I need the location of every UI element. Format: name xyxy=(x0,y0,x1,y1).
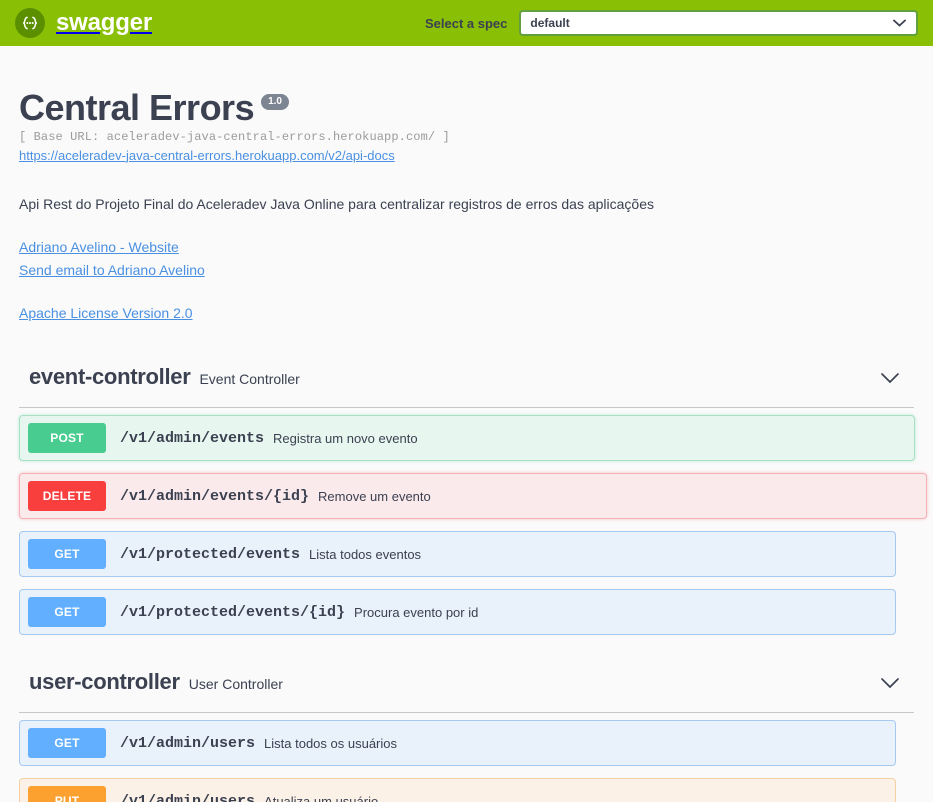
operation-summary: Lista todos eventos xyxy=(309,546,422,562)
spec-select-value: default xyxy=(530,16,570,30)
page-body: Central Errors 1.0 [ Base URL: acelerade… xyxy=(0,46,933,802)
operation-summary: Lista todos os usuários xyxy=(264,735,397,751)
base-url-text: [ Base URL: aceleradev-java-central-erro… xyxy=(19,129,450,144)
operation-row[interactable]: PUT /v1/admin/users Atualiza um usuário xyxy=(19,778,896,802)
operation-path: /v1/protected/events/{id} xyxy=(120,603,346,621)
operation-summary: Registra um novo evento xyxy=(273,430,418,446)
tag-header-user-controller[interactable]: user-controller User Controller xyxy=(19,669,914,714)
operation-row[interactable]: POST /v1/admin/events Registra um novo e… xyxy=(19,415,915,462)
swagger-braces-icon xyxy=(15,8,45,38)
operation-summary: Atualiza um usuário xyxy=(264,793,379,802)
contact-email-link[interactable]: Send email to Adriano Avelino xyxy=(19,259,205,282)
top-bar: swagger Select a spec default xyxy=(0,0,933,46)
chevron-down-icon[interactable] xyxy=(878,671,902,695)
tag-description: User Controller xyxy=(188,676,283,693)
tag-name: event-controller xyxy=(29,364,191,390)
api-info-block: Central Errors 1.0 [ Base URL: acelerade… xyxy=(19,46,914,323)
tag-description: Event Controller xyxy=(199,371,300,388)
operation-list-user-controller: GET /v1/admin/users Lista todos os usuár… xyxy=(19,720,914,802)
operation-summary: Remove um evento xyxy=(318,488,431,504)
tag-section-user-controller: user-controller User Controller GET /v1/… xyxy=(19,669,914,802)
license-link[interactable]: Apache License Version 2.0 xyxy=(19,305,193,321)
operation-row[interactable]: DELETE /v1/admin/events/{id} Remove um e… xyxy=(19,473,927,520)
swagger-logo-link[interactable]: swagger xyxy=(15,8,152,38)
http-verb-badge: POST xyxy=(28,423,106,454)
http-verb-badge: GET xyxy=(28,597,106,628)
operation-path: /v1/admin/users xyxy=(120,792,256,802)
api-description: Api Rest do Projeto Final do Aceleradev … xyxy=(19,195,654,212)
spec-select[interactable]: default xyxy=(519,10,918,36)
operation-path: /v1/protected/events xyxy=(120,545,301,563)
swagger-logo-text: swagger xyxy=(56,9,152,36)
chevron-down-icon xyxy=(893,14,906,32)
tag-name: user-controller xyxy=(29,669,180,695)
tag-header-event-controller[interactable]: event-controller Event Controller xyxy=(19,364,914,409)
http-verb-badge: PUT xyxy=(28,786,106,802)
http-verb-badge: DELETE xyxy=(28,481,106,512)
page-title: Central Errors xyxy=(19,87,255,128)
operation-row[interactable]: GET /v1/protected/events Lista todos eve… xyxy=(19,531,896,578)
operation-path: /v1/admin/events xyxy=(120,429,265,447)
operation-row[interactable]: GET /v1/protected/events/{id} Procura ev… xyxy=(19,589,896,636)
version-badge: 1.0 xyxy=(261,94,289,110)
api-title-row: Central Errors 1.0 xyxy=(19,89,914,127)
http-verb-badge: GET xyxy=(28,539,106,570)
contact-website-link[interactable]: Adriano Avelino - Website xyxy=(19,236,179,259)
operation-row[interactable]: GET /v1/admin/users Lista todos os usuár… xyxy=(19,720,896,767)
spec-selector: Select a spec default xyxy=(425,10,918,36)
spec-selector-label: Select a spec xyxy=(425,15,508,31)
contact-links: Adriano Avelino - Website Send email to … xyxy=(19,236,914,282)
chevron-down-icon[interactable] xyxy=(878,366,902,390)
operation-path: /v1/admin/events/{id} xyxy=(120,487,310,505)
operation-summary: Procura evento por id xyxy=(354,604,479,620)
api-docs-link[interactable]: https://aceleradev-java-central-errors.h… xyxy=(19,148,395,163)
operation-path: /v1/admin/users xyxy=(120,734,256,752)
http-verb-badge: GET xyxy=(28,728,106,759)
operation-list-event-controller: POST /v1/admin/events Registra um novo e… xyxy=(19,415,927,636)
tag-section-event-controller: event-controller Event Controller POST /… xyxy=(19,364,927,636)
